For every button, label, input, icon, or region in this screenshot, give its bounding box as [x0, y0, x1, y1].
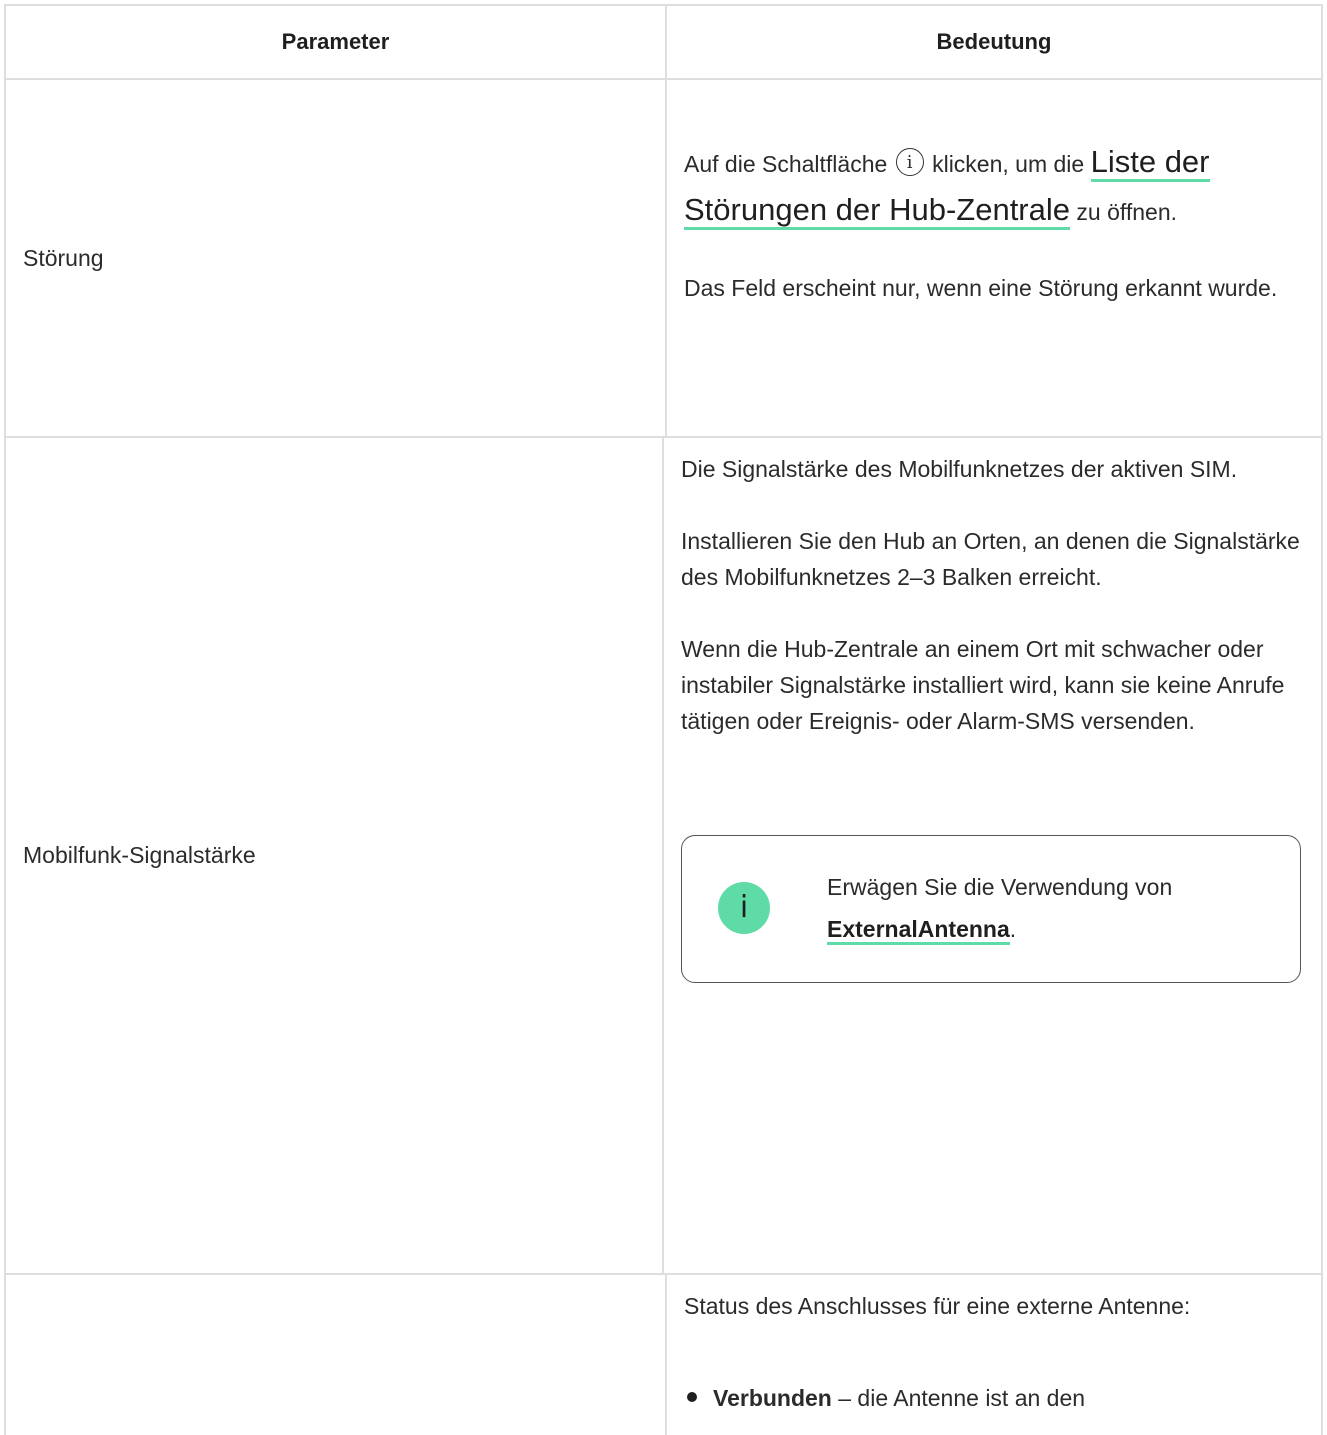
- paragraph: Status des Anschlusses für eine externe …: [684, 1293, 1191, 1319]
- table-header-row: Parameter Bedeutung: [6, 6, 1321, 80]
- info-callout: i Erwägen Sie die Verwendung von Externa…: [681, 835, 1301, 983]
- bullet-icon: [687, 1392, 697, 1402]
- table-row: Status des Anschlusses für eine externe …: [6, 1275, 1321, 1435]
- text-before-icon: Auf die Schaltfläche: [684, 151, 888, 177]
- text-after-link: zu öffnen.: [1076, 199, 1178, 225]
- info-icon: i: [895, 148, 924, 176]
- info-icon: i: [718, 882, 770, 934]
- bullet-text: – die Antenne ist an den: [831, 1385, 1086, 1411]
- param-name: [6, 1275, 667, 1435]
- param-description: Die Signalstärke des Mobilfunknetzes der…: [664, 438, 1321, 1273]
- param-description: Auf die Schaltfläche i klicken, um die L…: [667, 80, 1321, 436]
- table-row: Störung Auf die Schaltfläche i klicken, …: [6, 80, 1321, 438]
- header-meaning: Bedeutung: [936, 29, 1052, 54]
- header-parameter: Parameter: [6, 6, 667, 78]
- paragraph: Installieren Sie den Hub an Orten, an de…: [681, 528, 1300, 590]
- external-antenna-link[interactable]: ExternalAntenna: [827, 916, 1010, 945]
- parameter-table: Parameter Bedeutung Störung Auf die Scha…: [4, 4, 1323, 1435]
- note-text: Das Feld erscheint nur, wenn eine Störun…: [684, 275, 1278, 301]
- param-name: Störung: [6, 80, 667, 436]
- paragraph: Die Signalstärke des Mobilfunknetzes der…: [681, 456, 1238, 482]
- paragraph: Wenn die Hub-Zentrale an einem Ort mit s…: [681, 636, 1285, 734]
- param-name: Mobilfunk-Signalstärke: [6, 438, 664, 1273]
- table-row: Mobilfunk-Signalstärke Die Signalstärke …: [6, 438, 1321, 1275]
- param-description: Status des Anschlusses für eine externe …: [667, 1275, 1321, 1435]
- callout-text: Erwägen Sie die Verwendung von ExternalA…: [827, 866, 1280, 950]
- list-item: Verbunden – die Antenne ist an den: [684, 1380, 1301, 1416]
- bullet-bold: Verbunden: [713, 1385, 832, 1411]
- text-after-icon: klicken, um die: [932, 151, 1085, 177]
